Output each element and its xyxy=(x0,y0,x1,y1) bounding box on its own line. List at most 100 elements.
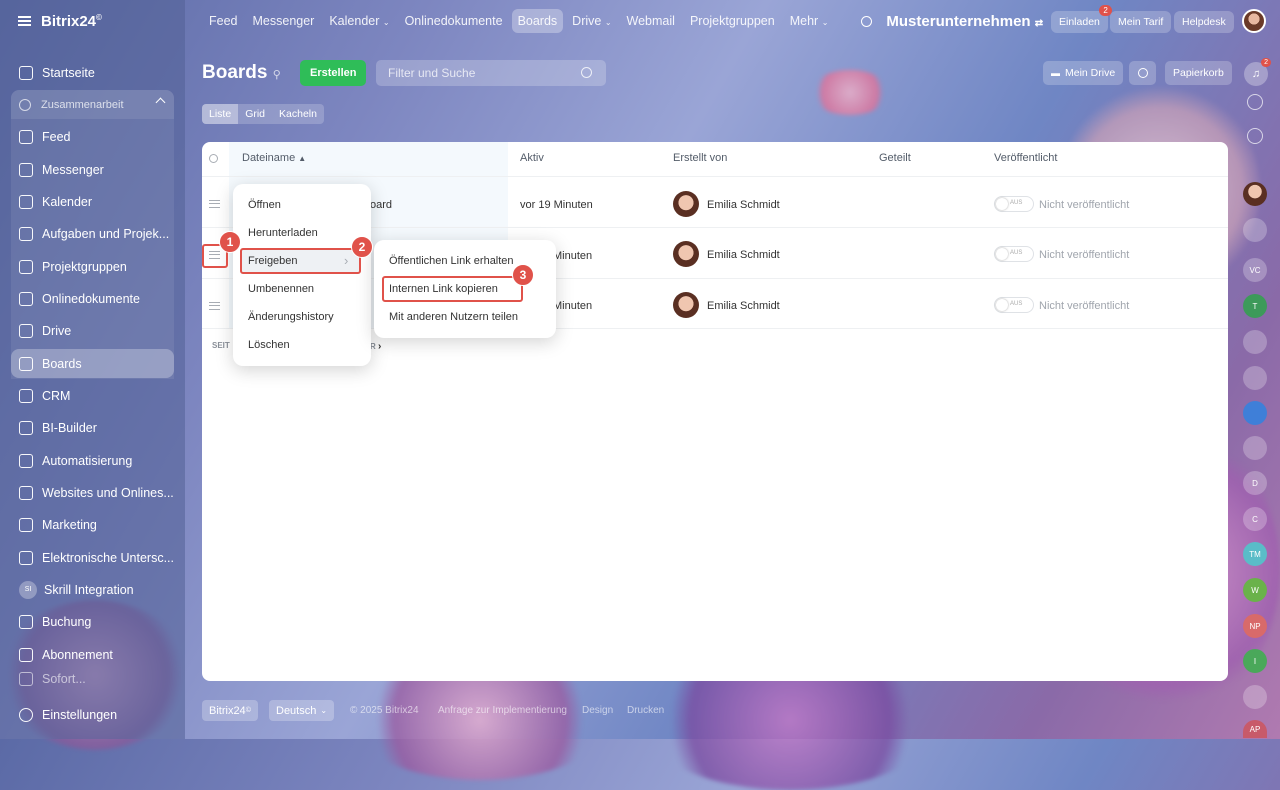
contact-ap[interactable]: AP xyxy=(1243,720,1267,738)
search-input[interactable]: Filter und Suche xyxy=(376,60,606,86)
sidebar-item-onlinedokumente[interactable]: Onlinedokumente xyxy=(11,284,174,313)
sidebar-item-feed[interactable]: Feed xyxy=(11,122,174,151)
user-avatar[interactable] xyxy=(1242,9,1266,33)
sidebar-item-projektgruppen[interactable]: Projektgruppen xyxy=(11,252,174,281)
menu-item-loeschen[interactable]: Löschen xyxy=(248,339,290,351)
table-row-name[interactable]: oard xyxy=(370,199,392,211)
contact-avatar[interactable] xyxy=(1243,330,1267,354)
calendar-icon xyxy=(19,194,33,209)
table-row-author[interactable]: Emilia Schmidt xyxy=(707,249,780,261)
sidebar-item-skrill[interactable]: SI Skrill Integration xyxy=(11,575,174,604)
contact-avatar[interactable] xyxy=(1243,182,1267,206)
publish-toggle[interactable]: AUS xyxy=(994,196,1034,212)
my-drive-button[interactable]: ▬ Mein Drive xyxy=(1043,61,1124,85)
topnav-webmail[interactable]: Webmail xyxy=(621,9,681,33)
menu-item-aenderungshistory[interactable]: Änderungshistory xyxy=(248,311,334,323)
menu-item-oeffnen[interactable]: Öffnen xyxy=(248,199,281,211)
language-select[interactable]: Deutsch ⌄ xyxy=(269,700,335,721)
contact-t[interactable]: T xyxy=(1243,294,1267,318)
sidebar-item-einstellungen[interactable]: Einstellungen xyxy=(11,700,174,729)
author-avatar[interactable] xyxy=(673,292,699,318)
pagination-next[interactable]: R › xyxy=(370,341,381,352)
sidebar-item-aufgaben[interactable]: Aufgaben und Projek... xyxy=(11,219,174,248)
footer-brand[interactable]: Bitrix24 © xyxy=(202,700,258,721)
contact-i[interactable]: I xyxy=(1243,649,1267,673)
header-dateiname[interactable]: Dateiname ▲ xyxy=(242,152,306,164)
search-icon[interactable] xyxy=(861,15,873,27)
sidebar-item-sofort[interactable]: Sofort... xyxy=(11,672,174,686)
contact-avatar[interactable] xyxy=(1243,685,1267,709)
sidebar-item-label: Drive xyxy=(42,323,72,338)
target-icon[interactable] xyxy=(1247,94,1263,110)
search-icon[interactable] xyxy=(581,67,592,78)
publish-toggle[interactable]: AUS xyxy=(994,246,1034,262)
sidebar-item-automatisierung[interactable]: Automatisierung xyxy=(11,446,174,475)
sidebar-item-marketing[interactable]: Marketing xyxy=(11,510,174,539)
checklist-icon[interactable] xyxy=(1243,366,1267,390)
contact-c[interactable]: C xyxy=(1243,507,1267,531)
company-name[interactable]: Musterunternehmen ⇄ xyxy=(886,13,1043,30)
create-button[interactable]: Erstellen xyxy=(300,60,367,86)
author-avatar[interactable] xyxy=(673,241,699,267)
copilot-icon[interactable] xyxy=(1247,128,1263,144)
helpdesk-button[interactable]: Helpdesk xyxy=(1174,11,1234,33)
video-icon[interactable] xyxy=(1243,401,1267,425)
contact-vc[interactable]: VC xyxy=(1243,258,1267,282)
settings-button[interactable] xyxy=(1129,61,1156,85)
view-kacheln[interactable]: Kacheln xyxy=(272,104,324,124)
submenu-item-public-link[interactable]: Öffentlichen Link erhalten xyxy=(389,255,514,267)
lock-icon[interactable] xyxy=(1243,436,1267,460)
footer-impl-link[interactable]: Anfrage zur Implementierung xyxy=(438,705,567,716)
sidebar-item-bi-builder[interactable]: BI-Builder xyxy=(11,413,174,442)
topnav-feed[interactable]: Feed xyxy=(203,9,244,33)
table-row-author[interactable]: Emilia Schmidt xyxy=(707,199,780,211)
footer-design-link[interactable]: Design xyxy=(582,705,613,716)
menu-item-umbenennen[interactable]: Umbenennen xyxy=(248,283,314,295)
column-settings-icon[interactable] xyxy=(209,154,218,163)
contact-w[interactable]: W xyxy=(1243,578,1267,602)
publish-toggle[interactable]: AUS xyxy=(994,297,1034,313)
table-row-author[interactable]: Emilia Schmidt xyxy=(707,300,780,312)
sidebar-item-drive[interactable]: Drive xyxy=(11,316,174,345)
header-aktiv[interactable]: Aktiv xyxy=(520,152,544,164)
header-geteilt[interactable]: Geteilt xyxy=(879,152,911,164)
topnav-drive[interactable]: Drive ⌄ xyxy=(566,9,617,33)
topnav-boards[interactable]: Boards xyxy=(511,9,564,33)
footer-print-link[interactable]: Drucken xyxy=(627,705,664,716)
contact-avatar[interactable] xyxy=(1243,218,1267,242)
row-menu-icon[interactable] xyxy=(209,302,220,310)
submenu-item-share-users[interactable]: Mit anderen Nutzern teilen xyxy=(389,311,518,323)
pin-icon[interactable]: ⚲ xyxy=(273,69,281,81)
sidebar-item-crm[interactable]: CRM xyxy=(11,381,174,410)
contact-d[interactable]: D xyxy=(1243,471,1267,495)
sidebar-item-boards[interactable]: Boards xyxy=(11,349,174,378)
invite-button[interactable]: Einladen 2 xyxy=(1051,5,1112,33)
topnav-projektgruppen[interactable]: Projektgruppen xyxy=(684,9,781,33)
brand-logo[interactable]: Bitrix24© xyxy=(41,13,102,30)
header-erstellt-von[interactable]: Erstellt von xyxy=(673,152,727,164)
author-avatar[interactable] xyxy=(673,191,699,217)
chevron-up-icon[interactable] xyxy=(155,97,166,108)
topnav-kalender[interactable]: Kalender ⌄ xyxy=(323,9,395,33)
sidebar-item-startseite[interactable]: Startseite xyxy=(11,58,174,87)
tariff-button[interactable]: Mein Tarif xyxy=(1110,11,1172,33)
header-veroeffentlicht[interactable]: Veröffentlicht xyxy=(994,152,1057,164)
sidebar-item-messenger[interactable]: Messenger xyxy=(11,155,174,184)
topnav-mehr[interactable]: Mehr ⌄ xyxy=(784,9,835,33)
sidebar-item-signatur[interactable]: Elektronische Untersc... xyxy=(11,543,174,572)
sidebar-group-zusammenarbeit[interactable]: Zusammenarbeit xyxy=(11,90,174,119)
topnav-onlinedokumente[interactable]: Onlinedokumente xyxy=(399,9,509,33)
contact-tm[interactable]: TM xyxy=(1243,542,1267,566)
view-liste[interactable]: Liste xyxy=(202,104,239,124)
sidebar-item-buchung[interactable]: Buchung xyxy=(11,607,174,636)
row-menu-icon[interactable] xyxy=(209,200,220,208)
menu-item-herunterladen[interactable]: Herunterladen xyxy=(248,227,318,239)
sidebar-item-websites[interactable]: Websites und Onlines... xyxy=(11,478,174,507)
view-grid[interactable]: Grid xyxy=(238,104,272,124)
sidebar-item-abonnement[interactable]: Abonnement xyxy=(11,640,174,669)
topnav-messenger[interactable]: Messenger xyxy=(247,9,321,33)
sidebar-item-kalender[interactable]: Kalender xyxy=(11,187,174,216)
trash-button[interactable]: Papierkorb xyxy=(1165,61,1232,85)
contact-np[interactable]: NP xyxy=(1243,614,1267,638)
menu-icon[interactable] xyxy=(18,16,31,26)
